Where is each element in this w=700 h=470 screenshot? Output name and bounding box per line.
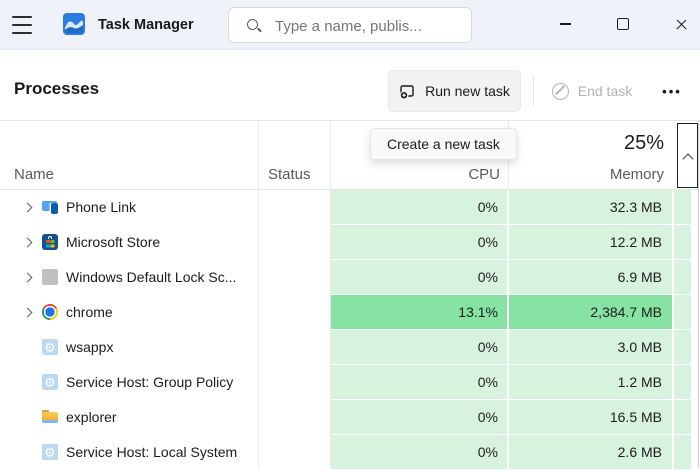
partial-column-cell (674, 260, 691, 294)
end-task-label: End task (578, 83, 632, 99)
header-top-border (0, 120, 700, 121)
toolbar-divider (533, 76, 534, 106)
search-icon (246, 18, 262, 34)
memory-cell: 32.3 MB (509, 190, 672, 224)
partial-column-cell (674, 400, 691, 434)
column-header-status[interactable]: Status (268, 166, 311, 183)
process-name: Phone Link (66, 190, 136, 225)
run-new-task-button[interactable]: Run new task (388, 70, 521, 112)
ellipsis-icon: ••• (662, 84, 682, 99)
run-new-task-label: Run new task (425, 83, 510, 99)
tooltip-create-new-task: Create a new task (370, 128, 517, 160)
table-row[interactable]: chrome 13.1%2,384.7 MB (0, 295, 700, 330)
memory-cell: 3.0 MB (509, 330, 672, 364)
cpu-cell: 0% (331, 400, 507, 434)
minimize-button[interactable] (545, 6, 585, 42)
expand-chevron-icon[interactable] (23, 308, 33, 318)
service-gear-icon (42, 339, 58, 355)
page-title: Processes (14, 79, 99, 99)
cpu-cell: 0% (331, 365, 507, 399)
partial-column-cell (674, 225, 691, 259)
service-gear-icon (42, 374, 58, 390)
memory-cell: 6.9 MB (509, 260, 672, 294)
phone-link-icon (42, 199, 58, 215)
more-options-button[interactable]: ••• (648, 70, 696, 112)
column-header-memory[interactable]: Memory (508, 166, 664, 183)
folder-icon (42, 409, 58, 425)
chrome-icon (42, 304, 58, 320)
process-name: wsappx (66, 330, 113, 365)
process-table-body: Phone Link0%32.3 MBMicrosoft Store0%12.2… (0, 190, 700, 468)
table-row[interactable]: Service Host: Group Policy 0%1.2 MB (0, 365, 700, 400)
search-box[interactable] (228, 7, 472, 43)
cpu-cell: 0% (331, 330, 507, 364)
cpu-cell: 0% (331, 225, 507, 259)
table-row[interactable]: Phone Link 0%32.3 MB (0, 190, 700, 225)
generic-window-icon (42, 269, 58, 285)
table-row[interactable]: wsappx 0%3.0 MB (0, 330, 700, 365)
hamburger-menu-button[interactable] (12, 14, 38, 36)
process-name: chrome (66, 295, 113, 330)
prohibited-icon (552, 83, 569, 100)
partial-column-cell (674, 295, 691, 329)
expand-chevron-icon[interactable] (23, 238, 33, 248)
partial-column-cell (674, 365, 691, 399)
new-task-icon (399, 83, 416, 100)
hamburger-icon (12, 16, 32, 18)
process-name: explorer (66, 400, 117, 435)
minimize-icon (560, 23, 571, 25)
cpu-cell: 0% (331, 435, 507, 469)
memory-total-percent: 25% (508, 132, 664, 155)
title-bar: Task Manager (0, 0, 700, 50)
process-name: Microsoft Store (66, 225, 160, 260)
cpu-cell: 0% (331, 260, 507, 294)
memory-cell: 2.6 MB (509, 435, 672, 469)
maximize-icon (617, 18, 629, 30)
partial-column-cell (674, 330, 691, 364)
maximize-button[interactable] (603, 6, 643, 42)
column-header-cpu[interactable]: CPU (330, 166, 500, 183)
memory-cell: 16.5 MB (509, 400, 672, 434)
table-row[interactable]: Microsoft Store 0%12.2 MB (0, 225, 700, 260)
process-name: Service Host: Local System (66, 435, 237, 470)
close-button[interactable] (661, 6, 700, 42)
expand-chevron-icon[interactable] (23, 203, 33, 213)
cpu-cell: 13.1% (331, 295, 507, 329)
end-task-button[interactable]: End task (542, 70, 642, 112)
partial-column-cell (674, 190, 691, 224)
column-header-name[interactable]: Name (14, 166, 54, 183)
cpu-cell: 0% (331, 190, 507, 224)
process-name: Windows Default Lock Sc... (66, 260, 236, 295)
close-icon (675, 18, 688, 31)
memory-cell: 1.2 MB (509, 365, 672, 399)
process-name: Service Host: Group Policy (66, 365, 233, 400)
microsoft-store-icon (42, 234, 58, 250)
expand-chevron-icon[interactable] (23, 273, 33, 283)
task-manager-app-icon (62, 12, 86, 36)
table-row[interactable]: Windows Default Lock Sc... 0%6.9 MB (0, 260, 700, 295)
partial-column-cell (674, 435, 691, 469)
memory-cell: 2,384.7 MB (509, 295, 672, 329)
memory-cell: 12.2 MB (509, 225, 672, 259)
chevron-up-icon (682, 153, 693, 164)
window-title: Task Manager (98, 17, 194, 33)
scroll-up-button[interactable] (677, 123, 698, 188)
table-row[interactable]: Service Host: Local System 0%2.6 MB (0, 435, 700, 470)
table-row[interactable]: explorer 0%16.5 MB (0, 400, 700, 435)
service-gear-icon (42, 444, 58, 460)
search-input[interactable] (273, 8, 467, 44)
